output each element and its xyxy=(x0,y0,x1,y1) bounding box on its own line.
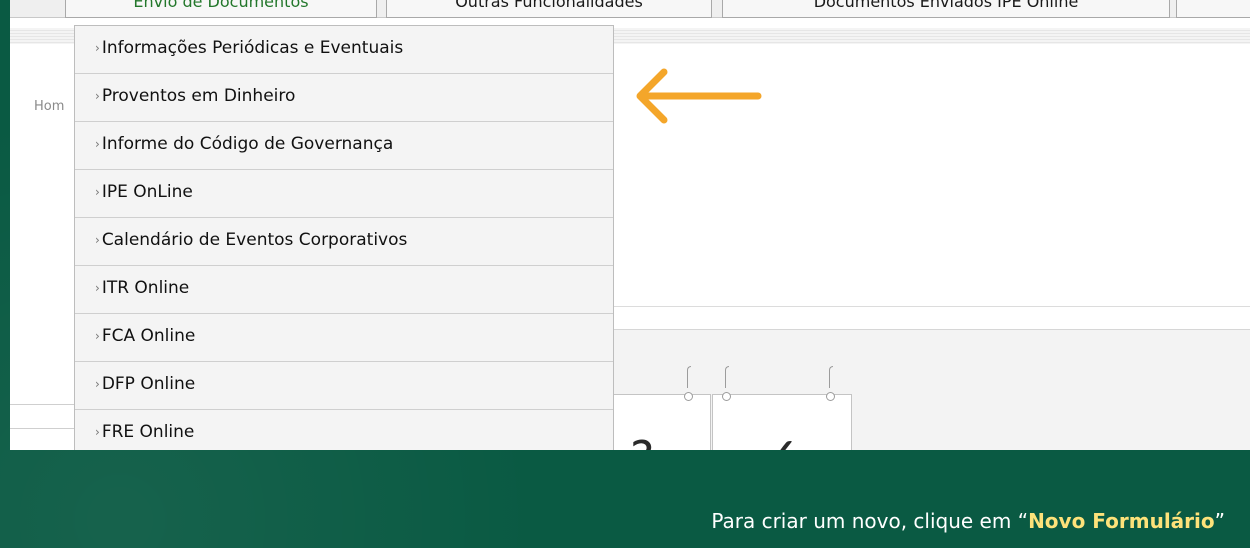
menu-item-itr-online[interactable]: › ITR Online xyxy=(75,266,613,314)
menu-item-label: FCA Online xyxy=(101,326,196,346)
question-icon: ? xyxy=(630,435,654,450)
menu-item-label: Informe do Código de Governança xyxy=(101,134,394,154)
menu-item-dfp-online[interactable]: › DFP Online xyxy=(75,362,613,410)
menu-item-label: FRE Online xyxy=(101,422,195,442)
caption-text-before: Para criar um novo, clique em “ xyxy=(711,509,1029,533)
ring-icon xyxy=(687,366,691,388)
divider xyxy=(10,404,80,405)
chevron-right-icon: › xyxy=(95,185,100,199)
menu-item-fca-online[interactable]: › FCA Online xyxy=(75,314,613,362)
menu-item-label: Calendário de Eventos Corporativos xyxy=(101,230,408,250)
tab-envio-de-documentos[interactable]: Envio de Documentos xyxy=(65,0,377,18)
chevron-right-icon: › xyxy=(95,377,100,391)
calendar-card-icon[interactable]: ✓ xyxy=(712,394,852,450)
menu-item-label: ITR Online xyxy=(101,278,190,298)
chevron-right-icon: › xyxy=(95,89,100,103)
divider xyxy=(10,428,80,429)
arrow-left-icon xyxy=(636,68,762,124)
caption: Para criar um novo, clique em “Novo Form… xyxy=(0,509,1225,533)
menu-item-fre-online[interactable]: › FRE Online xyxy=(75,410,613,450)
screenshot-panel: Envio de Documentos Outras Funcionalidad… xyxy=(10,0,1250,450)
menu-item-label: Proventos em Dinheiro xyxy=(101,86,296,106)
dropdown-menu: › Informações Periódicas e Eventuais › Pro… xyxy=(74,25,614,450)
menu-item-calendario-eventos[interactable]: › Calendário de Eventos Corporativos xyxy=(75,218,613,266)
menu-item-label: Informações Periódicas e Eventuais xyxy=(101,38,404,58)
menu-item-informacoes-periodicas[interactable]: › Informações Periódicas e Eventuais xyxy=(75,26,613,74)
check-icon: ✓ xyxy=(761,431,800,450)
menu-item-ipe-online[interactable]: › IPE OnLine xyxy=(75,170,613,218)
caption-emphasis: Novo Formulário xyxy=(1028,509,1215,533)
tab-documentos-enviados-ipe-online[interactable]: Documentos Enviados IPE Online xyxy=(722,0,1170,18)
tab-outras-funcionalidades[interactable]: Outras Funcionalidades xyxy=(386,0,712,18)
chevron-right-icon: › xyxy=(95,281,100,295)
chevron-right-icon: › xyxy=(95,41,100,55)
chevron-right-icon: › xyxy=(95,425,100,439)
menu-item-label: DFP Online xyxy=(101,374,196,394)
divider xyxy=(613,306,1250,307)
chevron-right-icon: › xyxy=(95,329,100,343)
chevron-right-icon: › xyxy=(95,137,100,151)
ring-icon xyxy=(684,392,693,401)
ring-icon xyxy=(722,392,731,401)
ring-icon xyxy=(826,392,835,401)
caption-text-after: ” xyxy=(1214,509,1225,533)
ring-icon xyxy=(829,366,833,388)
menu-item-proventos-em-dinheiro[interactable]: › Proventos em Dinheiro xyxy=(75,74,613,122)
menu-item-informe-codigo-governanca[interactable]: › Informe do Código de Governança xyxy=(75,122,613,170)
chevron-right-icon: › xyxy=(95,233,100,247)
tab-bar: Envio de Documentos Outras Funcionalidad… xyxy=(10,0,1250,18)
tab-extra[interactable] xyxy=(1176,0,1250,18)
ring-icon xyxy=(725,366,729,388)
menu-item-label: IPE OnLine xyxy=(101,182,193,202)
breadcrumb[interactable]: Hom xyxy=(34,99,64,114)
